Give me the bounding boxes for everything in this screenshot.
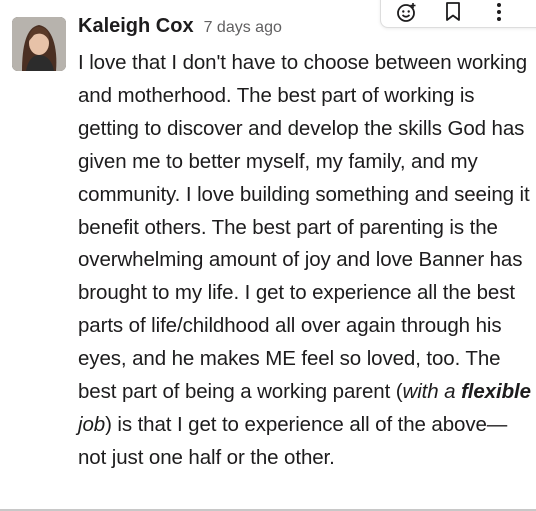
message-text-bold-italic: flexible [461, 380, 531, 404]
add-reaction-button[interactable] [391, 0, 423, 24]
bookmark-icon [446, 2, 460, 21]
avatar[interactable] [12, 17, 66, 71]
author-name[interactable]: Kaleigh Cox [78, 15, 194, 38]
message-text-italic-2: job [78, 412, 106, 436]
message-item: Kaleigh Cox 7 days ago I love that I don… [0, 0, 536, 511]
more-actions-button[interactable] [483, 0, 515, 24]
add-reaction-icon [397, 3, 416, 22]
message-actions-toolbar [380, 0, 536, 28]
message-text-italic: with a [402, 380, 462, 404]
message-header: Kaleigh Cox 7 days ago [78, 15, 282, 38]
message-text-end: ) is that I get to experience all of the… [78, 412, 508, 469]
message-body: I love that I don't have to choose betwe… [78, 47, 534, 475]
message-text: I love that I don't have to choose betwe… [78, 51, 530, 404]
save-for-later-button[interactable] [437, 0, 469, 24]
more-actions-icon [497, 3, 501, 21]
timestamp[interactable]: 7 days ago [204, 19, 282, 37]
avatar-photo [12, 17, 66, 71]
